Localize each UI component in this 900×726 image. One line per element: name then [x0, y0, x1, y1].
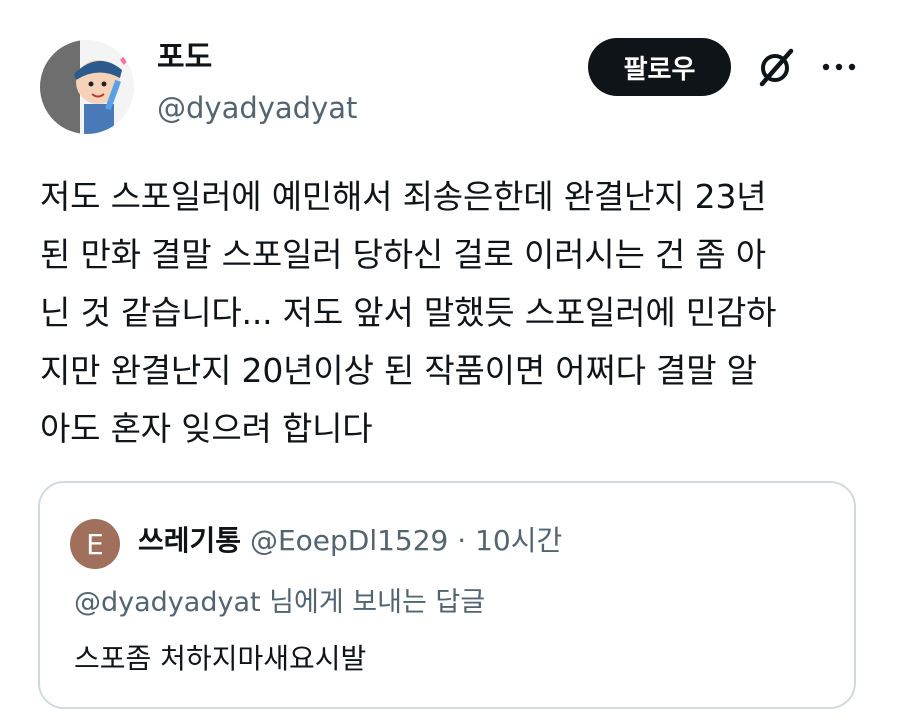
grok-icon[interactable]	[755, 45, 797, 89]
tweet-text: 저도 스포일러에 예민해서 죄송은한데 완결난지 23년 된 만화 결말 스포일…	[40, 177, 777, 448]
follow-button[interactable]: 팔로우	[588, 38, 731, 96]
quote-header: 쓰레기통 @EoepDl1529 · 10시간	[138, 521, 562, 561]
author-handle[interactable]: @dyadyadyat	[157, 88, 357, 128]
quote-separator: ·	[457, 524, 467, 557]
quote-display-name[interactable]: 쓰레기통	[138, 524, 241, 557]
quoted-tweet-card[interactable]: E 쓰레기통 @EoepDl1529 · 10시간 @dyadyadyat 님에…	[38, 481, 856, 709]
more-dots-icon[interactable]	[819, 45, 859, 89]
author-display-name[interactable]: 포도	[157, 38, 212, 78]
author-avatar[interactable]	[40, 40, 134, 134]
quote-handle[interactable]: @EoepDl1529	[250, 524, 448, 557]
quote-avatar[interactable]: E	[70, 519, 120, 569]
quote-reply-to: @dyadyadyat 님에게 보내는 답글	[74, 587, 486, 618]
quote-text: 스포좀 처하지마새요시발	[74, 642, 367, 675]
quote-timestamp[interactable]: 10시간	[475, 524, 562, 557]
